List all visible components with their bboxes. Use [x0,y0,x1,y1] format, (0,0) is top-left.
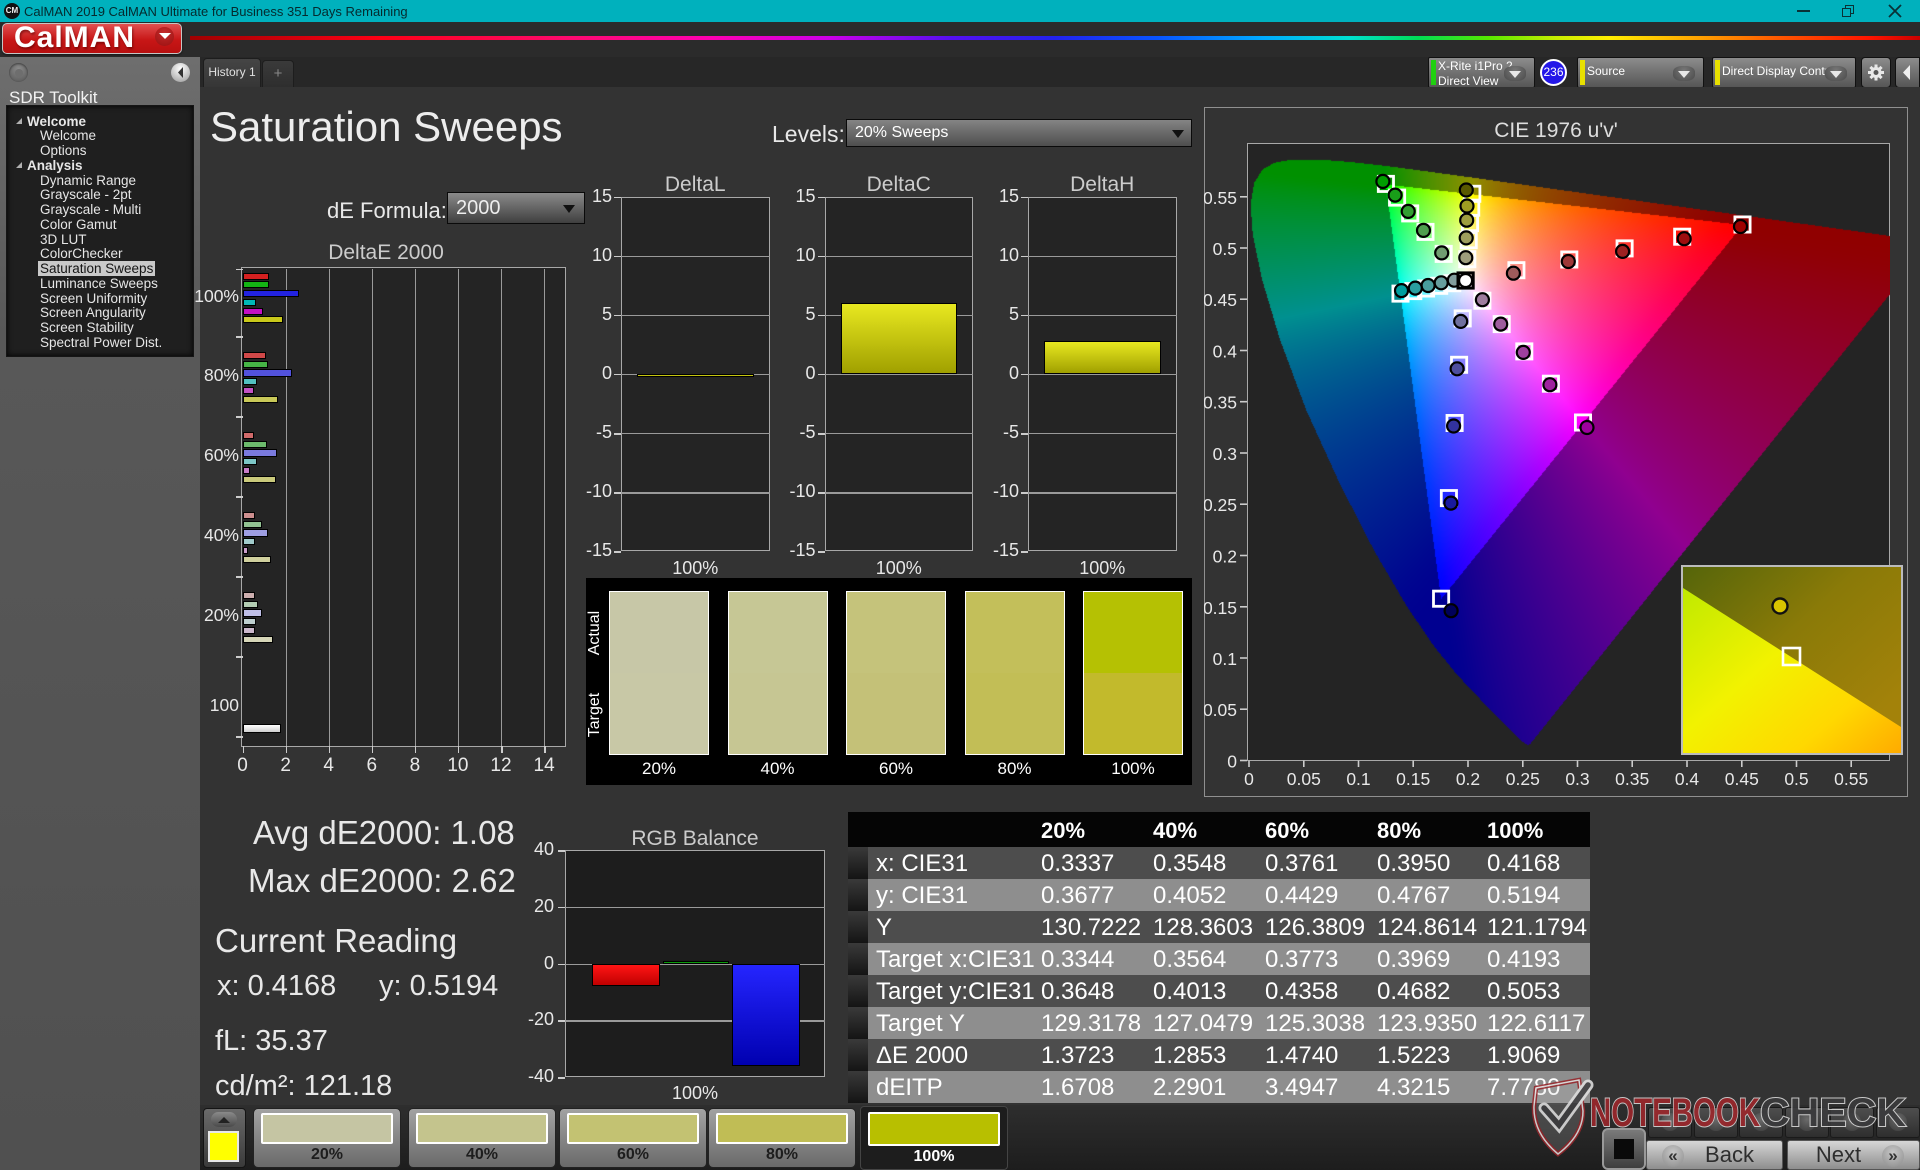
svg-text:0.05: 0.05 [1204,700,1237,720]
svg-text:0: 0 [1227,752,1237,772]
svg-text:0.3: 0.3 [1565,769,1589,789]
svg-text:0.45: 0.45 [1725,769,1759,789]
svg-text:NOTEBOOK: NOTEBOOK [1590,1091,1760,1135]
svg-text:0.5: 0.5 [1784,769,1808,789]
svg-text:0.4: 0.4 [1675,769,1700,789]
svg-text:0.25: 0.25 [1506,769,1540,789]
svg-text:0.5: 0.5 [1213,239,1237,259]
svg-text:0.35: 0.35 [1204,393,1237,413]
svg-text:CHECK: CHECK [1760,1091,1906,1135]
svg-text:0.4: 0.4 [1213,342,1238,362]
svg-text:0: 0 [1244,769,1254,789]
svg-text:0.2: 0.2 [1213,547,1237,567]
svg-text:0.3: 0.3 [1213,444,1237,464]
svg-text:0.55: 0.55 [1204,188,1237,208]
svg-text:0.2: 0.2 [1456,769,1480,789]
svg-text:0.55: 0.55 [1834,769,1868,789]
svg-text:0.35: 0.35 [1615,769,1649,789]
svg-text:0.25: 0.25 [1204,495,1237,515]
svg-text:0.15: 0.15 [1396,769,1430,789]
svg-text:0.1: 0.1 [1346,769,1370,789]
svg-text:0.1: 0.1 [1213,649,1237,669]
svg-text:0.05: 0.05 [1287,769,1321,789]
svg-text:0.15: 0.15 [1204,598,1237,618]
svg-text:0.45: 0.45 [1204,290,1237,310]
